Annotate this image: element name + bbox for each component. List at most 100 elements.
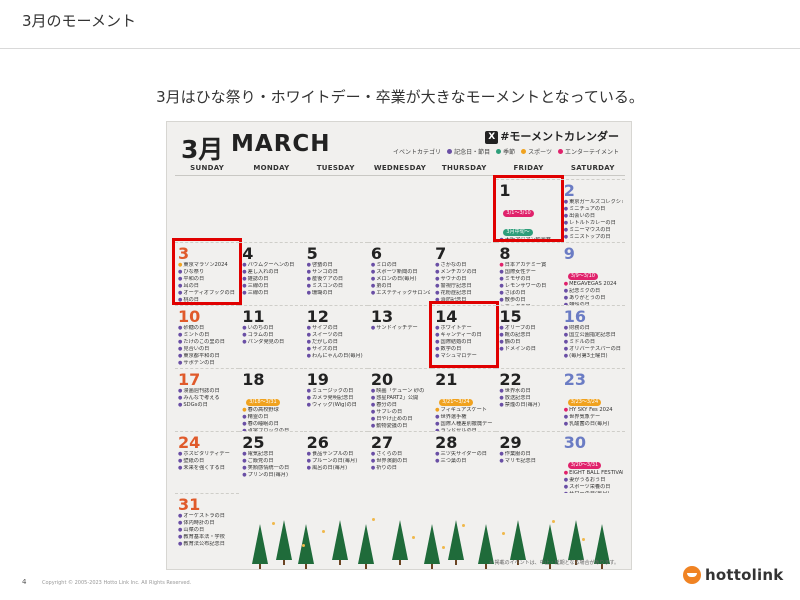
highlight-box xyxy=(172,238,243,305)
day-number: 23 xyxy=(563,370,586,389)
event-item: 作業服の日 xyxy=(499,451,558,458)
highlight-box xyxy=(429,301,500,368)
calendar-day-cell: 28三ツ矢サイダーの日三つ葉の日 xyxy=(432,431,497,493)
event-item: 春分の日 xyxy=(371,402,430,409)
moment-calendar-image: 3月 MARCH X #モーメントカレンダー イベントカテゴリ 記念日・節目 季節 スポ… xyxy=(166,121,632,570)
badge-row: 3/23〜3/24 xyxy=(564,388,623,407)
tree-icon xyxy=(510,520,526,565)
calendar-day-cell: 31オーケストラの日体内時計の日山菜の日教育基本法・学校教育法公布記念日 xyxy=(175,493,239,565)
event-item: 日やけ止めの日 xyxy=(371,416,430,423)
title-divider xyxy=(0,48,800,49)
event-item: 未来を強くする日 xyxy=(178,465,237,472)
event-period-badge: 3/23〜3/24 xyxy=(567,399,602,406)
event-item: フィギュアスケート xyxy=(435,407,494,414)
x-logo-icon: X xyxy=(485,131,499,144)
hottolink-logo-text: hottolink xyxy=(705,566,784,584)
event-item: 風呂の日(毎月) xyxy=(307,465,366,472)
event-item: 雑誌の日 xyxy=(242,276,301,283)
event-item: 乳酸菌の日(毎月) xyxy=(564,421,623,428)
event-item: マリモ記念日 xyxy=(499,458,558,465)
calendar-day-cell: 93/9〜3/10MEGAVEGAS 2024記念ミクの日ありがとうの日雑穀の日… xyxy=(560,242,625,305)
event-item: メンチカツの日 xyxy=(435,269,494,276)
event-item: パンダ発見の日 xyxy=(242,339,301,346)
calendar-day-cell: 19ミュージックの日カメラ発明記念日ウィッグ(Wig)の日 xyxy=(303,368,368,431)
calendar-day-cell: 25電気記念日ご飯党の日笑顔感情統一の日プリンの日(毎月) xyxy=(239,431,304,493)
event-item: 禁煙の日(毎月) xyxy=(499,402,558,409)
sparkle-icon xyxy=(322,530,325,533)
event-item: レトルトカレーの日 xyxy=(564,220,623,227)
tree-icon xyxy=(542,524,558,569)
event-period-badge: 3/18〜3/31 xyxy=(246,399,280,406)
event-item: 映画「デューン 砂の xyxy=(371,388,430,395)
calendar-day-cell: 213/21〜3/24フィギュアスケート世界選手権国際人種差別撤廃デーランドセル… xyxy=(432,368,497,431)
day-number: 28 xyxy=(435,433,458,452)
day-number: 31 xyxy=(178,495,201,514)
sparkle-icon xyxy=(372,518,375,521)
day-number: 22 xyxy=(499,370,522,389)
event-item: 日本アカデミー賞 xyxy=(499,262,558,269)
legend-item: イベントカテゴリ xyxy=(393,149,441,156)
day-number: 25 xyxy=(242,433,265,452)
weekday-label: MONDAY xyxy=(253,164,290,172)
event-item: スポーツ新聞の日 xyxy=(371,269,430,276)
event-item: ミニストップの日 xyxy=(564,234,623,241)
event-item: ミロの日 xyxy=(371,262,430,269)
tree-icon xyxy=(392,520,408,565)
event-item: コラムの日 xyxy=(242,332,301,339)
day-number: 18 xyxy=(242,370,265,389)
event-item: レモンサワーの日 xyxy=(499,283,558,290)
day-number: 10 xyxy=(178,307,201,326)
calendar-day-cell: 6ミロの日スポーツ新聞の日メロンの日(毎月)弟の日エステティックサロンの日 xyxy=(367,242,432,305)
hottolink-logo-icon xyxy=(683,566,701,584)
event-item: 見合いの日 xyxy=(178,346,237,353)
legend-dot-icon xyxy=(521,149,527,154)
event-item: サボテンの日 xyxy=(178,360,237,367)
weekday-label: WEDNESDAY xyxy=(373,164,427,172)
highlight-box xyxy=(493,175,564,242)
calendar-day-cell: 12サイフの日スイーツの日だがしの日サイズの日わんにゃんの日(毎月) xyxy=(303,305,368,368)
event-item: 食品サンプルの日 xyxy=(307,451,366,458)
day-number: 17 xyxy=(178,370,201,389)
day-number: 30 xyxy=(563,433,586,452)
event-item: プリンの日(毎月) xyxy=(242,472,301,479)
event-item: 砂糖の日 xyxy=(178,325,237,332)
calendar-day-cell: 10砂糖の日ミントの日たけのこの里の日見合いの日東京都平和の日サボテンの日 xyxy=(175,305,239,368)
day-number: 8 xyxy=(499,244,511,263)
slide: 3月のモーメント 3月はひな祭り・ホワイトデー・卒業が大きなモーメントとなってい… xyxy=(0,0,800,600)
event-item: ミニチュアの日 xyxy=(564,206,623,213)
event-item: 妻がうるおう日 xyxy=(564,477,623,484)
calendar-brand: X #モーメントカレンダー xyxy=(485,128,619,144)
event-item: オーケストラの日 xyxy=(178,513,237,520)
day-number: 20 xyxy=(370,370,394,389)
event-item: サウナの日 xyxy=(435,276,494,283)
day-number: 6 xyxy=(370,244,382,263)
event-item: 漫画週刊誌の日 xyxy=(178,388,237,395)
event-item: サブレの日 xyxy=(371,409,430,416)
weekday-label: SATURDAY xyxy=(570,164,615,172)
event-item: 東京ガールズコレクション xyxy=(564,199,623,206)
event-item: 祈りの日 xyxy=(371,465,430,472)
event-item: 世界演劇の日 xyxy=(371,458,430,465)
calendar-day-cell: 24ホスピタリティデー壁紙の日未来を強くする日 xyxy=(175,431,239,493)
tree-icon xyxy=(594,524,610,569)
event-item: メロンの日(毎月) xyxy=(371,276,430,283)
day-number: 11 xyxy=(242,307,265,326)
calendar-day-cell: 11いのちの日コラムの日パンダ発見の日 xyxy=(239,305,304,368)
event-item: オリーブの日 xyxy=(499,325,558,332)
weekday-label: SUNDAY xyxy=(190,164,225,172)
calendar-footnote: ※ 掲載のイベントは、中止・延期となる場合があります。 xyxy=(488,560,619,566)
event-item: ドメインの日 xyxy=(499,346,558,353)
legend-label: 記念日・節目 xyxy=(454,149,491,156)
legend-label: エンターテイメント xyxy=(564,149,619,156)
badge-row: 3/20〜3/31 xyxy=(564,451,623,470)
event-item: 財務の日 xyxy=(564,325,623,332)
legend-item: 記念日・節目 xyxy=(447,149,490,156)
legend-item: エンターテイメント xyxy=(557,149,619,156)
event-item: 壁紙の日 xyxy=(178,458,237,465)
legend-dot-icon xyxy=(496,149,502,154)
page-number: 4 xyxy=(22,578,27,586)
copyright-text: Copyright © 2005-2023 Hotto Link Inc. Al… xyxy=(42,580,192,586)
event-item: サワーの日(毎月) xyxy=(564,491,623,493)
event-item: だがしの日 xyxy=(307,339,366,346)
calendar-day-cell: 29作業服の日マリモ記念日 xyxy=(496,431,561,493)
